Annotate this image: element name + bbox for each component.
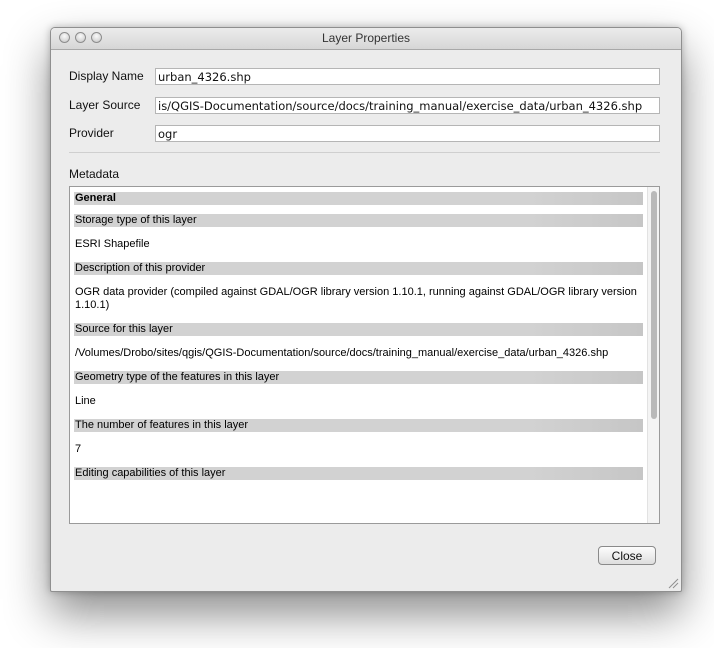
metadata-general-header: General bbox=[74, 192, 643, 205]
scrollbar-thumb[interactable] bbox=[651, 191, 657, 419]
divider bbox=[69, 152, 660, 153]
metadata-section-header: Editing capabilities of this layer bbox=[74, 467, 643, 480]
metadata-section-header: Storage type of this layer bbox=[74, 214, 643, 227]
layer-properties-dialog: Layer Properties Display Name urban_4326… bbox=[50, 27, 682, 592]
display-name-label: Display Name bbox=[69, 69, 144, 83]
metadata-content: General Storage type of this layer ESRI … bbox=[70, 187, 647, 491]
provider-field[interactable]: ogr bbox=[155, 125, 660, 142]
metadata-panel[interactable]: General Storage type of this layer ESRI … bbox=[69, 186, 660, 524]
layer-source-label: Layer Source bbox=[69, 98, 141, 112]
layer-source-field[interactable]: is/QGIS-Documentation/source/docs/traini… bbox=[155, 97, 660, 114]
metadata-section-value: OGR data provider (compiled against GDAL… bbox=[75, 286, 637, 311]
close-button[interactable]: Close bbox=[598, 546, 656, 565]
window-title: Layer Properties bbox=[321, 31, 411, 45]
metadata-label: Metadata bbox=[69, 167, 120, 181]
metadata-section-header: Description of this provider bbox=[74, 262, 643, 275]
metadata-section-header: The number of features in this layer bbox=[74, 419, 643, 432]
metadata-section-header: Source for this layer bbox=[74, 323, 643, 336]
resize-grip-icon[interactable] bbox=[668, 578, 679, 589]
metadata-scrollbar[interactable] bbox=[647, 187, 659, 523]
display-name-field[interactable]: urban_4326.shp bbox=[155, 68, 660, 85]
provider-label: Provider bbox=[69, 126, 114, 140]
metadata-section-value: 7 bbox=[75, 443, 82, 455]
metadata-section-header: Geometry type of the features in this la… bbox=[74, 371, 643, 384]
metadata-section-value: /Volumes/Drobo/sites/qgis/QGIS-Documenta… bbox=[75, 347, 609, 359]
metadata-section-value: ESRI Shapefile bbox=[75, 238, 150, 250]
title-bar: Layer Properties bbox=[51, 28, 681, 50]
metadata-section-value: Line bbox=[75, 395, 96, 407]
